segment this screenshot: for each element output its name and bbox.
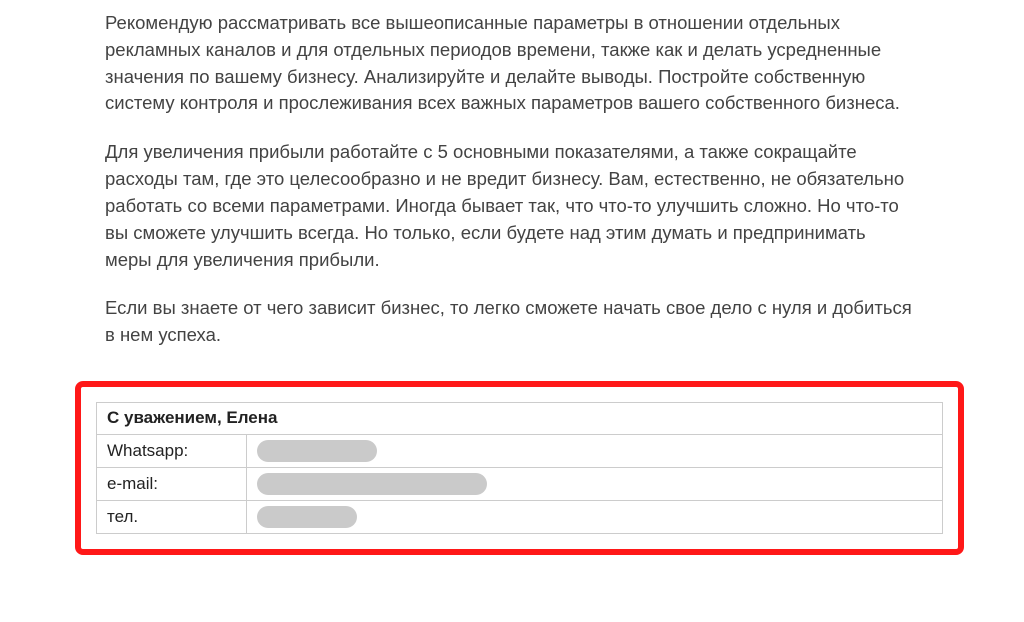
paragraph-2: Для увеличения прибыли работайте с 5 осн… bbox=[105, 139, 914, 273]
redacted-value bbox=[257, 506, 357, 528]
contact-label-phone: тел. bbox=[97, 500, 247, 533]
paragraph-1: Рекомендую рассматривать все вышеописанн… bbox=[105, 10, 914, 117]
contact-table: С уважением, Елена Whatsapp: e-mail: тел… bbox=[96, 402, 943, 534]
redacted-value bbox=[257, 440, 377, 462]
contact-value-phone bbox=[247, 500, 943, 533]
contact-card-highlight: С уважением, Елена Whatsapp: e-mail: тел… bbox=[75, 381, 964, 555]
contact-row-email: e-mail: bbox=[97, 467, 943, 500]
redacted-value bbox=[257, 473, 487, 495]
contact-label-whatsapp: Whatsapp: bbox=[97, 434, 247, 467]
paragraph-3: Если вы знаете от чего зависит бизнес, т… bbox=[105, 295, 914, 349]
contact-value-email bbox=[247, 467, 943, 500]
contact-title-row: С уважением, Елена bbox=[97, 402, 943, 434]
contact-label-email: e-mail: bbox=[97, 467, 247, 500]
contact-value-whatsapp bbox=[247, 434, 943, 467]
contact-row-whatsapp: Whatsapp: bbox=[97, 434, 943, 467]
article-content: Рекомендую рассматривать все вышеописанн… bbox=[0, 0, 1024, 555]
contact-title: С уважением, Елена bbox=[97, 402, 943, 434]
contact-row-phone: тел. bbox=[97, 500, 943, 533]
